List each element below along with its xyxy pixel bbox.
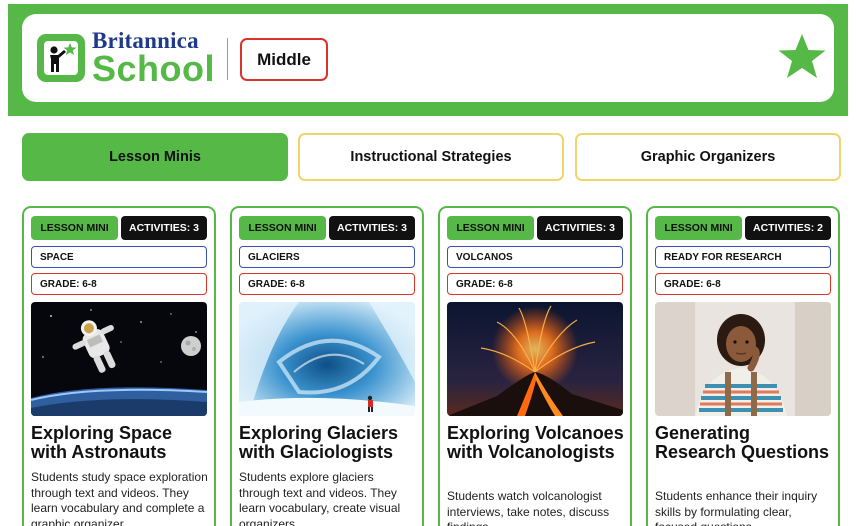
card-description: Students study space exploration through… xyxy=(31,470,208,526)
brand-wordmark: Britannica School xyxy=(92,29,216,89)
card-pills: LESSON MINI ACTIVITIES: 3 xyxy=(239,216,415,240)
lesson-card-space[interactable]: LESSON MINI ACTIVITIES: 3 SPACE GRADE: 6… xyxy=(22,206,216,526)
tab-lesson-minis[interactable]: Lesson Minis xyxy=(22,133,288,181)
astronaut-image[interactable] xyxy=(31,302,207,416)
brand-bottom-text: School xyxy=(92,48,216,89)
activities-badge: ACTIVITIES: 3 xyxy=(537,216,623,240)
card-pills: LESSON MINI ACTIVITIES: 3 xyxy=(31,216,207,240)
lesson-type-badge: LESSON MINI xyxy=(655,216,742,240)
activities-badge: ACTIVITIES: 2 xyxy=(745,216,831,240)
grade-tag: GRADE: 6-8 xyxy=(31,273,207,295)
card-pills: LESSON MINI ACTIVITIES: 2 xyxy=(655,216,831,240)
level-badge[interactable]: Middle xyxy=(240,38,328,81)
topic-tag: VOLCANOS xyxy=(447,246,623,268)
thinking-student-image[interactable] xyxy=(655,302,831,416)
tab-graphic-organizers[interactable]: Graphic Organizers xyxy=(575,133,841,181)
activities-badge: ACTIVITIES: 3 xyxy=(329,216,415,240)
card-description: Students watch volcanologist interviews,… xyxy=(447,489,610,526)
header: Britannica School Middle xyxy=(22,14,834,102)
lesson-card-glaciers[interactable]: LESSON MINI ACTIVITIES: 3 GLACIERS GRADE… xyxy=(230,206,424,526)
activities-badge: ACTIVITIES: 3 xyxy=(121,216,207,240)
lesson-type-badge: LESSON MINI xyxy=(31,216,118,240)
card-title[interactable]: Exploring Volcanoes with Volcanologists xyxy=(447,424,627,462)
card-description: Students enhance their inquiry skills by… xyxy=(655,489,818,526)
star-icon[interactable] xyxy=(774,30,830,91)
glacier-image[interactable] xyxy=(239,302,415,416)
topic-tag: READY FOR RESEARCH xyxy=(655,246,831,268)
lesson-card-research[interactable]: LESSON MINI ACTIVITIES: 2 READY FOR RESE… xyxy=(646,206,840,526)
card-pills: LESSON MINI ACTIVITIES: 3 xyxy=(447,216,623,240)
header-divider xyxy=(227,38,228,80)
card-title[interactable]: Exploring Space with Astronauts xyxy=(31,424,211,462)
volcano-image[interactable] xyxy=(447,302,623,416)
card-title[interactable]: Exploring Glaciers with Glaciologists xyxy=(239,424,419,462)
card-title[interactable]: Generating Research Questions xyxy=(655,424,835,462)
grade-tag: GRADE: 6-8 xyxy=(239,273,415,295)
tab-instructional-strategies[interactable]: Instructional Strategies xyxy=(298,133,564,181)
lesson-type-badge: LESSON MINI xyxy=(447,216,534,240)
card-description: Students explore glaciers through text a… xyxy=(239,470,401,526)
topic-tag: SPACE xyxy=(31,246,207,268)
lesson-card-volcanos[interactable]: LESSON MINI ACTIVITIES: 3 VOLCANOS GRADE… xyxy=(438,206,632,526)
grade-tag: GRADE: 6-8 xyxy=(447,273,623,295)
britannica-school-logo-icon[interactable] xyxy=(37,34,85,82)
lesson-type-badge: LESSON MINI xyxy=(239,216,326,240)
grade-tag: GRADE: 6-8 xyxy=(655,273,831,295)
topic-tag: GLACIERS xyxy=(239,246,415,268)
